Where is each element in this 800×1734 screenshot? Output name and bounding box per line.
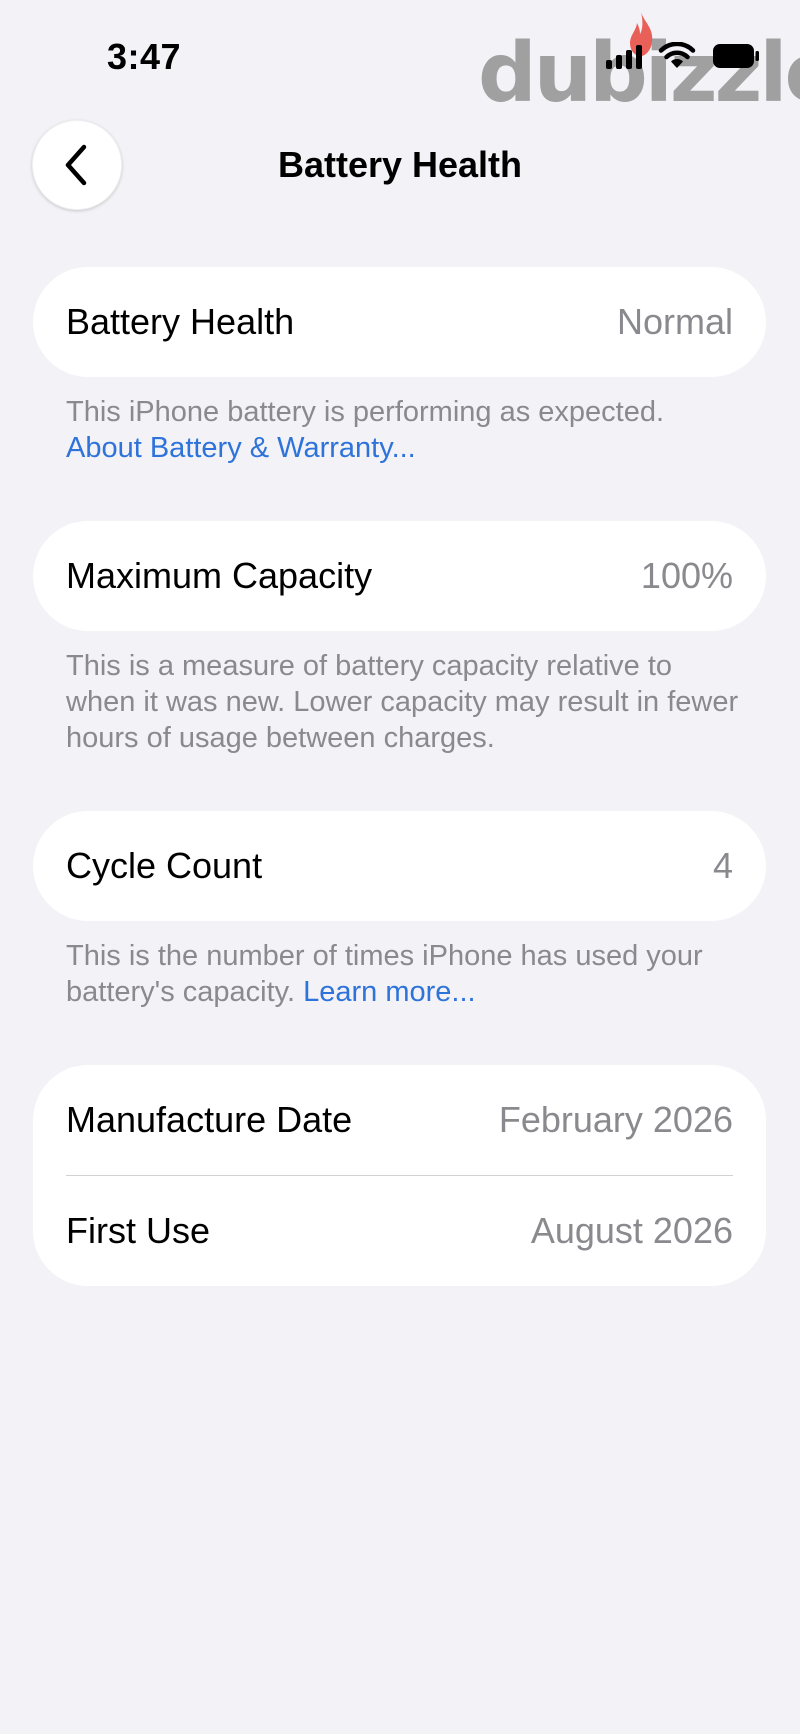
battery-health-card: Battery Health Normal — [33, 267, 766, 377]
first-use-row: First Use August 2026 — [33, 1176, 766, 1286]
manufacture-date-label: Manufacture Date — [66, 1099, 353, 1140]
page-title: Battery Health — [277, 144, 523, 185]
battery-health-note-text: This iPhone battery is performing as exp… — [66, 396, 665, 428]
signal-icon — [606, 43, 642, 69]
cycle-count-label: Cycle Count — [66, 845, 263, 886]
battery-health-row: Battery Health Normal — [33, 267, 766, 377]
battery-health-value: Normal — [616, 301, 733, 342]
maximum-capacity-card: Maximum Capacity 100% — [33, 521, 766, 631]
wifi-icon — [658, 42, 696, 68]
watermark-text: dubizzle — [478, 26, 800, 121]
battery-health-screen: 3:47 dubizzle Battery Health Battery Hea… — [0, 0, 800, 1734]
battery-dates-card: Manufacture Date February 2026 First Use… — [33, 1065, 766, 1286]
cycle-count-note: This is the number of times iPhone has u… — [66, 938, 746, 1010]
cycle-count-card: Cycle Count 4 — [33, 811, 766, 921]
cycle-count-row: Cycle Count 4 — [33, 811, 766, 921]
about-battery-warranty-link[interactable]: About Battery & Warranty... — [66, 432, 416, 464]
cycle-count-value: 4 — [712, 845, 733, 886]
maximum-capacity-value: 100% — [640, 555, 733, 596]
first-use-value: August 2026 — [530, 1210, 733, 1251]
manufacture-date-value: February 2026 — [498, 1099, 733, 1140]
status-time: 3:47 — [107, 36, 182, 77]
maximum-capacity-label: Maximum Capacity — [66, 555, 373, 596]
status-icons — [606, 42, 760, 70]
battery-health-note: This iPhone battery is performing as exp… — [66, 394, 746, 466]
manufacture-date-row: Manufacture Date February 2026 — [33, 1065, 766, 1175]
battery-icon — [713, 44, 759, 68]
first-use-label: First Use — [66, 1210, 210, 1251]
battery-health-label: Battery Health — [66, 301, 295, 342]
learn-more-link[interactable]: Learn more... — [303, 976, 475, 1008]
maximum-capacity-row: Maximum Capacity 100% — [33, 521, 766, 631]
maximum-capacity-note: This is a measure of battery capacity re… — [66, 650, 739, 754]
